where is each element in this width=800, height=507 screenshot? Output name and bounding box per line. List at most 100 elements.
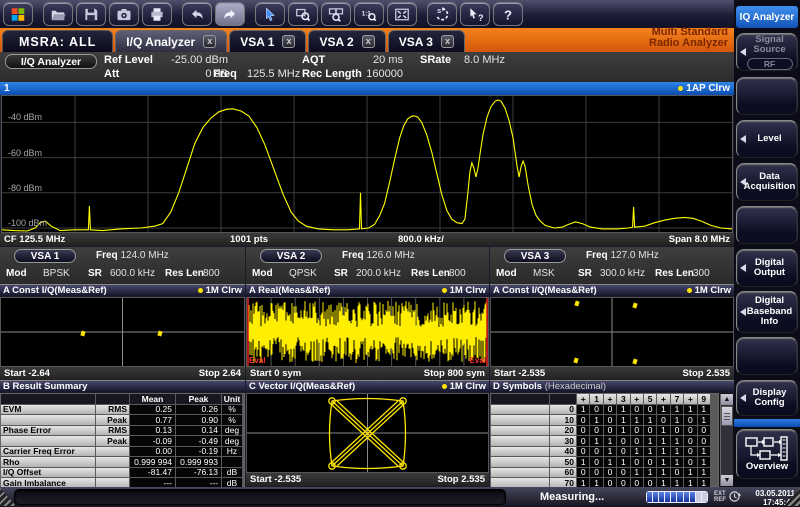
ref-level-value[interactable]: -25.00 dBm	[148, 54, 228, 66]
mode-label: Multi StandardRadio Analyzer	[649, 26, 732, 52]
vsa-rl[interactable]: Res Len	[411, 268, 450, 279]
progress-segment	[690, 492, 695, 502]
sym-row-index: 0	[550, 405, 576, 415]
zoom-windows-button[interactable]	[321, 2, 351, 26]
sym-row-pad	[491, 436, 549, 446]
sym-bit: 0	[684, 426, 696, 436]
vsa-rl[interactable]: Res Len	[165, 268, 204, 279]
overview-flow-icon	[745, 436, 789, 462]
vsa-freq[interactable]: Freq 124.0 MHz	[96, 250, 169, 261]
scroll-up-icon[interactable]: ▲	[721, 394, 733, 405]
softkey-signal-source[interactable]: Signal SourceRF	[736, 33, 798, 71]
overview-button[interactable]: Overview	[736, 429, 798, 479]
analyzer-screen: 1:1S?? MSRA: ALL I/Q AnalyzerxVSA 1xVSA …	[0, 0, 800, 507]
softkey-level[interactable]: Level	[736, 120, 798, 158]
print-icon	[149, 7, 165, 22]
softkey-digital-output[interactable]: Digital Output	[736, 249, 798, 287]
save-button[interactable]	[76, 2, 106, 26]
rs-mean: 0.999 994	[130, 457, 175, 467]
sequence-button[interactable]: S	[427, 2, 457, 26]
scroll-thumb[interactable]	[721, 406, 733, 426]
zoom-area-button[interactable]	[288, 2, 318, 26]
softkey-display-config[interactable]: Display Config	[736, 380, 798, 416]
ref-level-label[interactable]: Ref Level	[104, 54, 153, 66]
scroll-down-icon[interactable]: ▼	[721, 475, 733, 486]
softkey-empty[interactable]	[736, 337, 798, 375]
vsa-sr[interactable]: SR	[334, 268, 348, 279]
help-button[interactable]: ?	[493, 2, 523, 26]
att-label[interactable]: Att	[104, 68, 119, 80]
vsa-sr[interactable]: SR	[88, 268, 102, 279]
rs-unit: deg	[222, 426, 242, 436]
sym-bit: 1	[617, 405, 629, 415]
vsa-mod[interactable]: Mod	[496, 268, 517, 279]
tab-vsa-2[interactable]: VSA 2x	[308, 30, 385, 52]
screenshot-button[interactable]	[109, 2, 139, 26]
sym-bit: 1	[671, 405, 683, 415]
sym-bit: 0	[604, 405, 616, 415]
softkey-empty[interactable]	[736, 77, 798, 115]
windows-logo-button[interactable]	[3, 2, 33, 26]
vsa-button-3[interactable]: VSA 3	[504, 249, 566, 263]
sym-bit: 0	[590, 447, 602, 457]
rec-length-value[interactable]: 160000	[323, 68, 403, 80]
y-axis-label: -40 dBm	[8, 112, 42, 122]
tab-close-icon[interactable]: x	[203, 35, 216, 48]
ext-ref-indicator: EXTREF	[714, 490, 741, 503]
tab-close-icon[interactable]: x	[282, 35, 295, 48]
tab-close-icon[interactable]: x	[441, 35, 454, 48]
softkey-digital-baseband-info[interactable]: Digital Baseband Info	[736, 291, 798, 333]
sym-bit: 0	[617, 447, 629, 457]
channel-button[interactable]: I/Q Analyzer	[5, 54, 97, 69]
vsa-mod[interactable]: Mod	[6, 268, 27, 279]
sym-bit: 1	[590, 415, 602, 425]
vector-diagram-svg	[247, 394, 488, 472]
context-help-button[interactable]: ?	[460, 2, 490, 26]
tab-vsa-3[interactable]: VSA 3x	[388, 30, 465, 52]
rs-row-sub	[96, 447, 129, 457]
fit-screen-button[interactable]	[387, 2, 417, 26]
vsa-mod[interactable]: Mod	[252, 268, 273, 279]
srate-value[interactable]: 8.0 MHz	[464, 54, 505, 66]
sym-row-index: 50	[550, 457, 576, 467]
sym-bit: 1	[644, 436, 656, 446]
vsa-button-1[interactable]: VSA 1	[14, 249, 76, 263]
softkey-empty[interactable]	[736, 206, 798, 244]
zoom-1-1-button[interactable]: 1:1	[354, 2, 384, 26]
srate-label[interactable]: SRate	[420, 54, 451, 66]
tab-i-q-analyzer[interactable]: I/Q Analyzerx	[115, 30, 227, 52]
spectrum-plot: -40 dBm-60 dBm-80 dBm-100 dBm	[1, 95, 733, 233]
sym-bit: 0	[631, 405, 643, 415]
select-pointer-button[interactable]	[255, 2, 285, 26]
vsa-freq[interactable]: Freq 126.0 MHz	[342, 250, 415, 261]
msra-tab[interactable]: MSRA: ALL	[2, 30, 113, 52]
vsa-sr[interactable]: SR	[578, 268, 592, 279]
open-file-button[interactable]	[43, 2, 73, 26]
rs-row-name: I/Q Offset	[1, 468, 95, 478]
freq-label[interactable]: Freq	[213, 68, 237, 80]
vsa-rl[interactable]: Res Len	[655, 268, 694, 279]
sym-bit: 1	[657, 426, 669, 436]
softkey-arrow-icon	[740, 178, 746, 186]
vsa-plot-1	[0, 297, 245, 367]
aqt-value[interactable]: 20 ms	[323, 54, 403, 66]
softkey-label: Digital Output	[745, 258, 794, 279]
tab-label: VSA 1	[240, 35, 274, 49]
softkey-label: Digital Baseband Info	[745, 296, 794, 328]
tab-vsa-1[interactable]: VSA 1 x	[229, 30, 306, 52]
undo-button[interactable]	[182, 2, 212, 26]
vsa-button-2[interactable]: VSA 2	[260, 249, 322, 263]
aqt-label[interactable]: AQT	[302, 54, 325, 66]
toolbar: 1:1 S??	[0, 0, 734, 28]
print-button[interactable]	[142, 2, 172, 26]
symbols-scrollbar[interactable]: ▲ ▼	[720, 394, 733, 486]
sym-row-index: 30	[550, 436, 576, 446]
sym-bit: 1	[657, 457, 669, 467]
redo-button[interactable]	[215, 2, 245, 26]
vsa-freq[interactable]: Freq 127.0 MHz	[586, 250, 659, 261]
freq-value[interactable]: 125.5 MHz	[247, 68, 300, 80]
softkey-data-acquisition[interactable]: Data Acquisition	[736, 163, 798, 201]
sym-row-index: 60	[550, 468, 576, 478]
save-icon	[83, 7, 99, 22]
tab-close-icon[interactable]: x	[362, 35, 375, 48]
